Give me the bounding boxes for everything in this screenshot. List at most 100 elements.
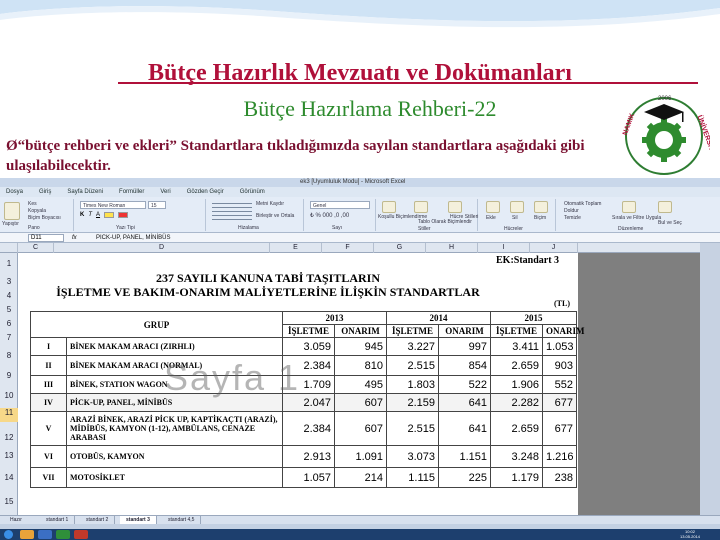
sheet-tab-standart-2[interactable]: standart 2	[80, 516, 116, 524]
row-header[interactable]: 10	[0, 391, 18, 400]
value-cell[interactable]: 1.179	[490, 467, 543, 488]
format-button[interactable]: Biçim	[534, 215, 546, 221]
value-cell[interactable]: 552	[542, 375, 577, 394]
copy-button[interactable]: Kopyala	[28, 208, 46, 214]
value-cell[interactable]: 641	[438, 411, 491, 446]
delete-cells-icon[interactable]	[510, 201, 524, 213]
value-cell[interactable]: 677	[542, 411, 577, 446]
value-cell[interactable]: 1.057	[282, 467, 335, 488]
insert-cells-icon[interactable]	[486, 201, 500, 213]
sheet-tab-standart-3[interactable]: standart 3	[120, 516, 157, 524]
group-number-cell[interactable]: II	[30, 355, 67, 376]
sort-filter-icon[interactable]	[622, 201, 636, 213]
table-row[interactable]: I BİNEK MAKAM ARACI (ZIRHLI) 3.059 945 3.227…	[30, 337, 577, 356]
row-header[interactable]: 8	[0, 351, 18, 360]
row-header[interactable]: 6	[0, 319, 18, 328]
value-cell[interactable]: 3.227	[386, 337, 439, 356]
align-icons[interactable]	[212, 203, 252, 221]
sort-filter-button[interactable]: Sırala ve Filtre Uygula	[612, 215, 661, 221]
formula-input[interactable]: PICK-UP, PANEL, MİNİBÜS	[96, 233, 170, 243]
column-header-c[interactable]: C	[18, 243, 54, 253]
fx-icon[interactable]: fx	[72, 233, 77, 243]
format-as-table-icon[interactable]	[414, 201, 428, 213]
row-header[interactable]: 1	[0, 259, 18, 268]
find-select-button[interactable]: Bul ve Seç	[658, 220, 682, 226]
table-row[interactable]: III BİNEK, STATION WAGON 1.709 495 1.803 522 1…	[30, 375, 577, 394]
group-number-cell[interactable]: IV	[30, 393, 67, 412]
group-number-cell[interactable]: VI	[30, 445, 67, 468]
merge-center-button[interactable]: Birleştir ve Ortala	[256, 213, 294, 219]
clear-button[interactable]: Temizle	[564, 215, 581, 221]
table-row[interactable]: IV PİCK-UP, PANEL, MİNİBÜS 2.047 607 2.159 64…	[30, 393, 577, 412]
value-cell[interactable]: 1.906	[490, 375, 543, 394]
cell-styles-icon[interactable]	[448, 201, 462, 213]
value-cell[interactable]: 2.159	[386, 393, 439, 412]
italic-icon[interactable]: T	[88, 212, 92, 220]
value-cell[interactable]: 1.151	[438, 445, 491, 468]
value-cell[interactable]: 997	[438, 337, 491, 356]
tab-giris[interactable]: Giriş	[39, 187, 51, 197]
number-format-select[interactable]: Genel	[310, 201, 370, 209]
cell-styles-button[interactable]: Hücre Stilleri	[450, 214, 478, 220]
fill-button[interactable]: Doldur	[564, 208, 579, 214]
start-button-icon[interactable]	[4, 530, 13, 539]
row-header-selected[interactable]: 11	[0, 408, 18, 422]
value-cell[interactable]: 2.515	[386, 355, 439, 376]
value-cell[interactable]: 225	[438, 467, 491, 488]
insert-button[interactable]: Ekle	[486, 215, 496, 221]
value-cell[interactable]: 1.091	[334, 445, 387, 468]
value-cell[interactable]: 1.216	[542, 445, 577, 468]
table-row[interactable]: VI OTOBÜS, KAMYON 2.913 1.091 3.073 1.151 3.24…	[30, 445, 577, 468]
value-cell[interactable]: 3.248	[490, 445, 543, 468]
autosum-button[interactable]: Otomatik Toplam	[564, 201, 601, 207]
column-header-g[interactable]: G	[374, 243, 426, 253]
column-header-e[interactable]: E	[270, 243, 322, 253]
cut-button[interactable]: Kes	[28, 201, 37, 207]
value-cell[interactable]: 3.059	[282, 337, 335, 356]
table-row[interactable]: V ARAZİ BİNEK, ARAZİ PİCK UP, KAPTİKAÇTI …	[30, 411, 577, 446]
format-cells-icon[interactable]	[534, 201, 548, 213]
group-number-cell[interactable]: I	[30, 337, 67, 356]
bold-icon[interactable]: K	[80, 212, 84, 220]
sheet-tab-standart-4-5[interactable]: standart 4,5	[162, 516, 202, 524]
value-cell[interactable]: 2.659	[490, 355, 543, 376]
row-header[interactable]: 5	[0, 305, 18, 314]
underline-icon[interactable]: A	[96, 212, 100, 220]
excel-taskbar-icon[interactable]	[56, 530, 70, 539]
tab-dosya[interactable]: Dosya	[6, 187, 23, 197]
value-cell[interactable]: 214	[334, 467, 387, 488]
delete-button[interactable]: Sil	[512, 215, 518, 221]
paste-icon[interactable]	[4, 202, 20, 220]
fill-color-icon[interactable]	[104, 212, 115, 218]
browser-icon[interactable]	[38, 530, 52, 539]
group-name-cell[interactable]: ARAZİ BİNEK, ARAZİ PİCK UP, KAPTİKAÇTI (…	[66, 411, 283, 446]
row-header[interactable]: 3	[0, 277, 18, 286]
explorer-icon[interactable]	[20, 530, 34, 539]
worksheet-grid[interactable]: EK:Standart 3 237 SAYILI KANUNA TABİ TAŞ…	[18, 253, 585, 515]
column-header-d[interactable]: D	[54, 243, 270, 253]
font-name-select[interactable]: Times New Roman	[80, 201, 146, 209]
select-all-corner[interactable]	[0, 243, 18, 253]
wrap-text-button[interactable]: Metni Kaydır	[256, 201, 284, 207]
font-size-select[interactable]: 15	[148, 201, 166, 209]
font-color-icon[interactable]	[118, 212, 129, 218]
column-header-j[interactable]: J	[530, 243, 578, 253]
tab-gozden-gecir[interactable]: Gözden Geçir	[187, 187, 224, 197]
value-cell[interactable]: 1.803	[386, 375, 439, 394]
value-cell[interactable]: 3.073	[386, 445, 439, 468]
tab-sayfa-duzeni[interactable]: Sayfa Düzeni	[67, 187, 103, 197]
row-header[interactable]: 12	[0, 433, 18, 442]
group-number-cell[interactable]: V	[30, 411, 67, 446]
tab-veri[interactable]: Veri	[160, 187, 170, 197]
value-cell[interactable]: 3.411	[490, 337, 543, 356]
tab-gorunum[interactable]: Görünüm	[240, 187, 265, 197]
row-header[interactable]: 9	[0, 371, 18, 380]
table-row[interactable]: VII MOTOSİKLET 1.057 214 1.115 225 1.179 238	[30, 467, 577, 488]
currency-icons[interactable]: ₺ % 000 ,0 ,00	[310, 212, 349, 219]
value-cell[interactable]: 1.115	[386, 467, 439, 488]
group-name-cell[interactable]: OTOBÜS, KAMYON	[66, 445, 283, 468]
column-header-i[interactable]: I	[478, 243, 530, 253]
group-name-cell[interactable]: MOTOSİKLET	[66, 467, 283, 488]
column-header-f[interactable]: F	[322, 243, 374, 253]
value-cell[interactable]: 2.384	[282, 411, 335, 446]
